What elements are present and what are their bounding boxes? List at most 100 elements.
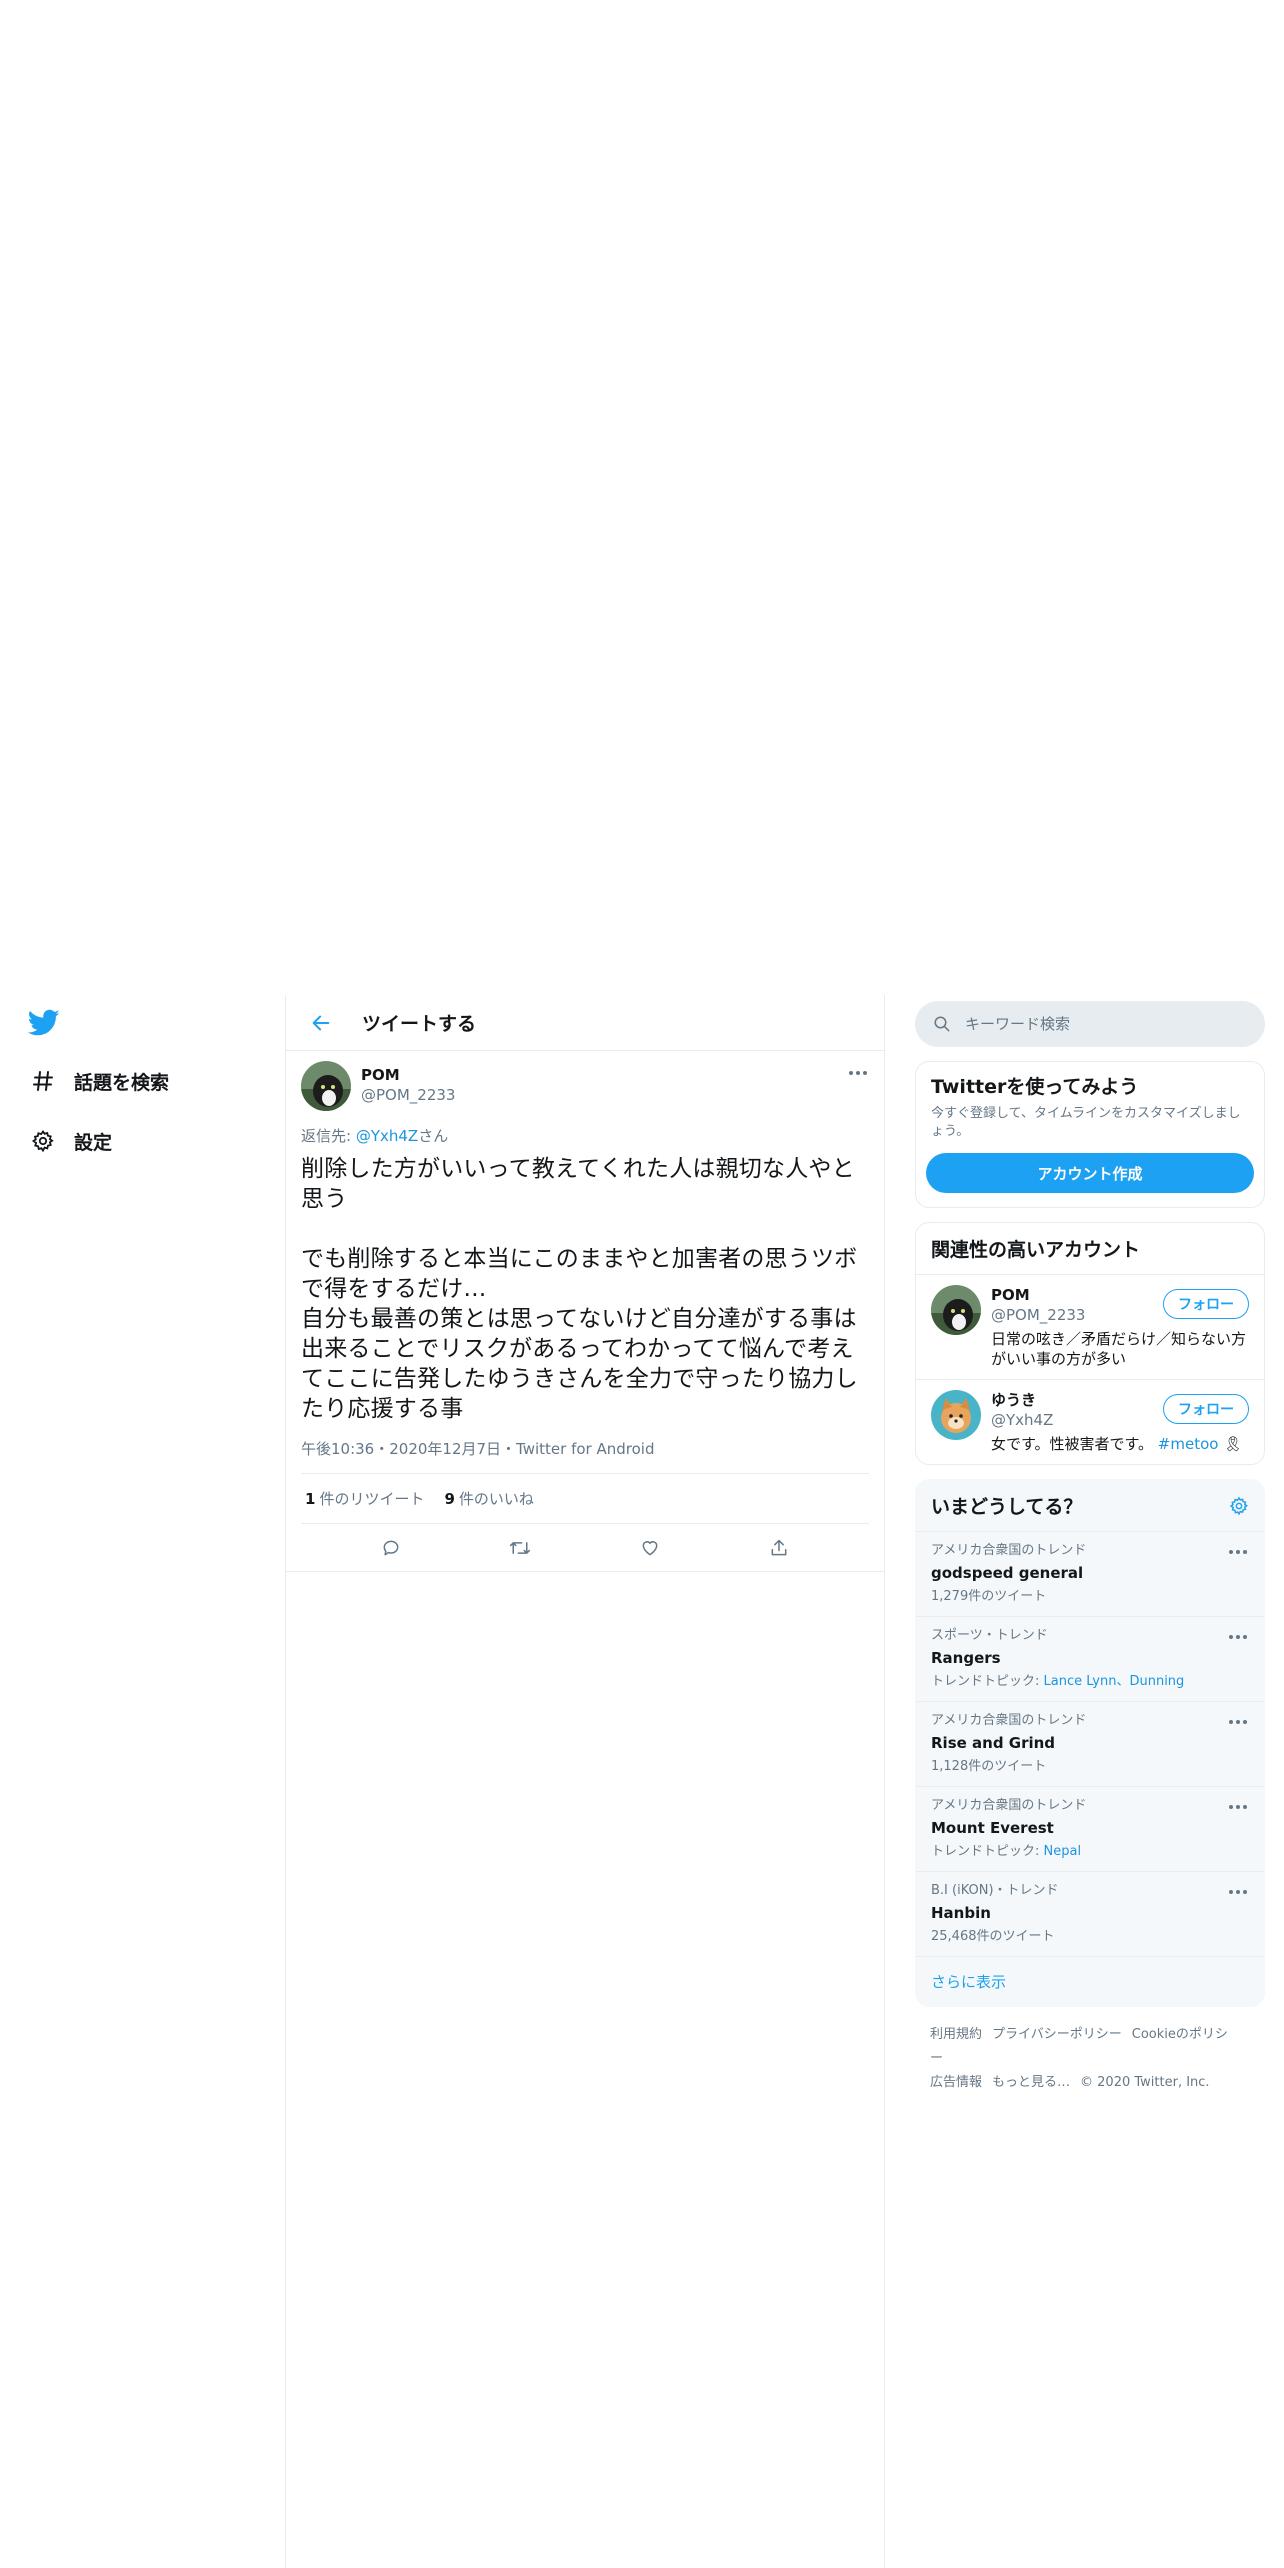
trend-name: Rangers bbox=[931, 1649, 1001, 1667]
heart-icon bbox=[642, 1540, 658, 1555]
more-dots-icon bbox=[849, 1071, 867, 1075]
trend-topic-link[interactable]: Lance Lynn、Dunning bbox=[1044, 1674, 1185, 1689]
nav-item-label: 話題を検索 bbox=[74, 1071, 170, 1094]
reply-prefix: 返信先: bbox=[301, 1127, 356, 1145]
trend-more-button[interactable] bbox=[1227, 1714, 1249, 1730]
trend-name: Hanbin bbox=[931, 1904, 991, 1922]
footer-link-terms[interactable]: 利用規約 bbox=[930, 2027, 982, 2042]
trends-header: いまどうしてる？ bbox=[916, 1480, 1264, 1532]
nav-item-label: 設定 bbox=[74, 1131, 113, 1154]
trend-topic-link[interactable]: Nepal bbox=[1044, 1844, 1082, 1859]
more-dots-icon bbox=[1229, 1635, 1247, 1639]
search-input[interactable] bbox=[965, 1015, 1225, 1033]
create-account-button[interactable]: アカウント作成 bbox=[926, 1153, 1254, 1193]
trend-more-button[interactable] bbox=[1227, 1884, 1249, 1900]
reply-button[interactable] bbox=[373, 1530, 409, 1566]
trend-settings-gear-icon[interactable] bbox=[1229, 1496, 1249, 1516]
right-sidebar: Twitterを使ってみよう 今すぐ登録して、タイムラインをカスタマイズしましょ… bbox=[915, 995, 1265, 2111]
ribbon-icon: 🎗 bbox=[1223, 1435, 1243, 1453]
left-navigation: 話題を検索 設定 bbox=[0, 995, 285, 2568]
share-button[interactable] bbox=[761, 1530, 797, 1566]
trend-more-button[interactable] bbox=[1227, 1629, 1249, 1645]
avatar[interactable] bbox=[301, 1061, 351, 1111]
nav-item-explore[interactable]: 話題を検索 bbox=[28, 1061, 169, 1101]
page-title: ツイートする bbox=[362, 1013, 477, 1035]
trend-name: godspeed general bbox=[931, 1564, 1084, 1582]
trend-sub-text: 25,468件のツイート bbox=[931, 1929, 1055, 1944]
trend-subtitle: 25,468件のツイート bbox=[931, 1928, 1249, 1946]
retweets-number: 1 bbox=[305, 1490, 316, 1508]
arrow-left-icon bbox=[312, 1015, 330, 1030]
more-dots-icon bbox=[1229, 1805, 1247, 1809]
page-header: ツイートする bbox=[286, 995, 884, 1051]
related-account[interactable]: POM @POM_2233 日常の呟き／矛盾だらけ／知らない方がいい事の方が多い… bbox=[916, 1274, 1264, 1379]
trend-item[interactable]: B.I (iKON)・トレンド Hanbin 25,468件のツイート bbox=[916, 1872, 1264, 1957]
retweet-icon bbox=[510, 1541, 531, 1554]
reply-suffix: さん bbox=[418, 1127, 449, 1145]
author-name[interactable]: POM bbox=[361, 1065, 455, 1085]
retweets-label: 件のリツイート bbox=[319, 1490, 425, 1508]
copyright: © 2020 Twitter, Inc. bbox=[1080, 2075, 1210, 2090]
follow-button[interactable]: フォロー bbox=[1163, 1394, 1249, 1424]
trend-context: アメリカ合衆国のトレンド bbox=[931, 1543, 1087, 1558]
footer-link-ads[interactable]: 広告情報 bbox=[930, 2075, 982, 2090]
tweet-meta[interactable]: 午後10:36・2020年12月7日・Twitter for Android bbox=[301, 1438, 869, 1474]
related-account[interactable]: ゆうき @Yxh4Z 女です。性被害者です。 #metoo 🎗 フォロー bbox=[916, 1379, 1264, 1464]
signup-title: Twitterを使ってみよう bbox=[931, 1076, 1139, 1098]
trend-name: Mount Everest bbox=[931, 1819, 1054, 1837]
tweet-author: POM @POM_2233 bbox=[361, 1061, 455, 1105]
trend-subtitle: トレンドトピック: Lance Lynn、Dunning bbox=[931, 1673, 1249, 1691]
trend-item[interactable]: アメリカ合衆国のトレンド Mount Everest トレンドトピック: Nep… bbox=[916, 1787, 1264, 1872]
reply-to-link[interactable]: @Yxh4Z bbox=[356, 1127, 418, 1145]
tweet-stats: 1 件のリツイート 9 件のいいね bbox=[301, 1474, 869, 1524]
trend-item[interactable]: スポーツ・トレンド Rangers トレンドトピック: Lance Lynn、D… bbox=[916, 1617, 1264, 1702]
show-more-link[interactable]: さらに表示 bbox=[916, 1957, 1264, 2006]
trend-context: B.I (iKON)・トレンド bbox=[931, 1883, 1059, 1898]
trends-title: いまどうしてる？ bbox=[931, 1496, 1083, 1518]
trend-sub-text: トレンドトピック: bbox=[931, 1844, 1044, 1859]
trend-more-button[interactable] bbox=[1227, 1799, 1249, 1815]
more-options-button[interactable] bbox=[847, 1065, 869, 1081]
trend-item[interactable]: アメリカ合衆国のトレンド Rise and Grind 1,128件のツイート bbox=[916, 1702, 1264, 1787]
tweet: POM @POM_2233 返信先: @Yxh4Zさん 削除した方がいいって教え… bbox=[286, 1051, 884, 1572]
trend-name: Rise and Grind bbox=[931, 1734, 1056, 1752]
nav-item-settings[interactable]: 設定 bbox=[28, 1121, 112, 1161]
footer-link-privacy[interactable]: プライバシーポリシー bbox=[992, 2027, 1122, 2042]
back-button[interactable] bbox=[304, 1006, 338, 1040]
author-handle[interactable]: @POM_2233 bbox=[361, 1085, 455, 1105]
hashtag-link[interactable]: #metoo bbox=[1158, 1435, 1219, 1453]
blank-area bbox=[0, 0, 1284, 995]
more-dots-icon bbox=[1229, 1550, 1247, 1554]
search-box[interactable] bbox=[915, 1001, 1265, 1047]
trend-item[interactable]: アメリカ合衆国のトレンド godspeed general 1,279件のツイー… bbox=[916, 1532, 1264, 1617]
trend-context: スポーツ・トレンド bbox=[931, 1628, 1048, 1643]
search-icon bbox=[934, 1016, 950, 1032]
reply-to: 返信先: @Yxh4Zさん bbox=[301, 1125, 869, 1146]
reply-icon bbox=[383, 1540, 399, 1555]
hashtag-icon bbox=[28, 1066, 58, 1096]
trend-sub-text: 1,128件のツイート bbox=[931, 1759, 1047, 1774]
trend-subtitle: トレンドトピック: Nepal bbox=[931, 1843, 1249, 1861]
trend-context: アメリカ合衆国のトレンド bbox=[931, 1713, 1087, 1728]
tweet-header: POM @POM_2233 bbox=[301, 1061, 869, 1111]
signup-card: Twitterを使ってみよう 今すぐ登録して、タイムラインをカスタマイズしましょ… bbox=[915, 1061, 1265, 1208]
tweet-text: 削除した方がいいって教えてくれた人は親切な人やと思う でも削除すると本当にこのま… bbox=[301, 1156, 858, 1422]
tweet-actions bbox=[286, 1524, 884, 1572]
follow-button[interactable]: フォロー bbox=[1163, 1289, 1249, 1319]
account-bio-text: 女です。性被害者です。 bbox=[991, 1435, 1154, 1453]
avatar[interactable] bbox=[931, 1390, 981, 1440]
trend-more-button[interactable] bbox=[1227, 1544, 1249, 1560]
avatar[interactable] bbox=[931, 1285, 981, 1335]
likes-count[interactable]: 9 件のいいね bbox=[444, 1488, 533, 1509]
related-accounts-card: 関連性の高いアカウント POM @POM_2233 日常の呟き／矛盾だらけ／知ら… bbox=[915, 1222, 1265, 1465]
share-icon bbox=[771, 1539, 787, 1555]
footer: 利用規約 プライバシーポリシー Cookieのポリシー 広告情報 もっと見る… © 20… bbox=[915, 2007, 1265, 2111]
retweets-count[interactable]: 1 件のリツイート bbox=[305, 1488, 424, 1509]
related-accounts-title: 関連性の高いアカウント bbox=[931, 1239, 1141, 1261]
signup-description: 今すぐ登録して、タイムラインをカスタマイズしましょう。 bbox=[931, 1106, 1241, 1139]
retweet-button[interactable] bbox=[502, 1530, 538, 1566]
twitter-logo-icon[interactable] bbox=[27, 1009, 62, 1039]
like-button[interactable] bbox=[632, 1530, 668, 1566]
account-bio: 女です。性被害者です。 #metoo 🎗 bbox=[991, 1434, 1249, 1454]
footer-link-more[interactable]: もっと見る… bbox=[992, 2075, 1070, 2090]
